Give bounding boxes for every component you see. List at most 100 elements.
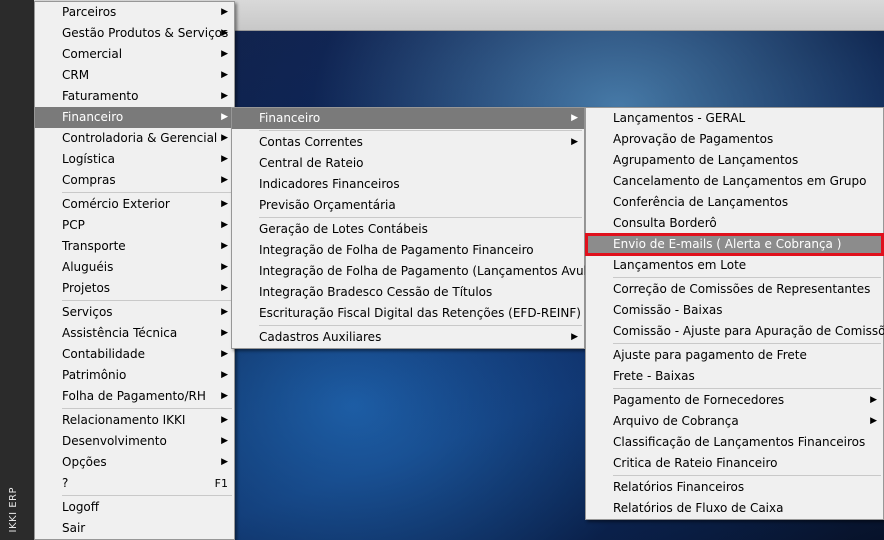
menu-item-consulta-bordero[interactable]: Consulta Borderô	[586, 213, 883, 234]
menu-item-label: Logoff	[62, 500, 100, 514]
submenu-arrow-icon: ▶	[571, 332, 578, 342]
menu-item-crm[interactable]: CRM ▶	[35, 65, 234, 86]
menu-item-label: PCP	[62, 218, 85, 232]
submenu-arrow-icon: ▶	[221, 262, 228, 272]
menu-item-label: Pagamento de Fornecedores	[613, 393, 785, 407]
menu-item-correcao-comissoes[interactable]: Correção de Comissões de Representantes	[586, 279, 883, 300]
menu-item-central-rateio[interactable]: Central de Rateio	[232, 153, 584, 174]
main-menu: Parceiros ▶ Gestão Produtos & Serviços ▶ C…	[34, 1, 235, 540]
menu-item-projetos[interactable]: Projetos ▶	[35, 278, 234, 299]
menu-item-label: Conferência de Lançamentos	[613, 195, 789, 209]
menu-item-label: Comércio Exterior	[62, 197, 170, 211]
menu-item-pagamento-fornecedores[interactable]: Pagamento de Fornecedores ▶	[586, 390, 883, 411]
menu-item-comercial[interactable]: Comercial ▶	[35, 44, 234, 65]
menu-item-label: ?	[62, 476, 69, 490]
menu-item-cadastros-auxiliares[interactable]: Cadastros Auxiliares ▶	[232, 327, 584, 348]
menu-item-label: Assistência Técnica	[62, 326, 178, 340]
menu-item-comercio-exterior[interactable]: Comércio Exterior ▶	[35, 194, 234, 215]
submenu-arrow-icon: ▶	[221, 307, 228, 317]
menu-item-pcp[interactable]: PCP ▶	[35, 215, 234, 236]
menu-item-classificacao-lancamentos[interactable]: Classificação de Lançamentos Financeiros	[586, 432, 883, 453]
menu-item-parceiros[interactable]: Parceiros ▶	[35, 2, 234, 23]
financeiro-menu: Financeiro ▶ Contas Correntes ▶ Central de…	[231, 107, 612, 349]
menu-item-aprovacao-pagamentos[interactable]: Aprovação de Pagamentos	[586, 129, 883, 150]
submenu-arrow-icon: ▶	[221, 91, 228, 101]
menu-item-financeiro[interactable]: Financeiro ▶	[35, 107, 234, 128]
menu-item-label: Integração de Folha de Pagamento (Lançam…	[259, 264, 612, 278]
menu-item-label: Critica de Rateio Financeiro	[613, 456, 778, 470]
menu-item-opcoes[interactable]: Opções ▶	[35, 452, 234, 473]
menu-item-relacionamento-ikki[interactable]: Relacionamento IKKI ▶	[35, 410, 234, 431]
menu-item-faturamento[interactable]: Faturamento ▶	[35, 86, 234, 107]
menu-item-ajuste-frete[interactable]: Ajuste para pagamento de Frete	[586, 345, 883, 366]
menu-separator	[259, 325, 582, 326]
menu-item-integracao-folha-avulsos[interactable]: Integração de Folha de Pagamento (Lançam…	[232, 261, 612, 282]
menu-item-label: Financeiro	[259, 111, 321, 125]
submenu-arrow-icon: ▶	[870, 395, 877, 405]
menu-item-arquivo-cobranca[interactable]: Arquivo de Cobrança ▶	[586, 411, 883, 432]
menu-item-lancamentos-geral[interactable]: Lançamentos - GERAL	[586, 108, 883, 129]
menu-item-desenvolvimento[interactable]: Desenvolvimento ▶	[35, 431, 234, 452]
submenu-arrow-icon: ▶	[221, 49, 228, 59]
menu-item-controladoria[interactable]: Controladoria & Gerencial ▶	[35, 128, 234, 149]
menu-item-label: Agrupamento de Lançamentos	[613, 153, 799, 167]
menu-item-efd-reinf[interactable]: Escrituração Fiscal Digital das Retençõe…	[232, 303, 584, 324]
menu-item-lancamentos-lote[interactable]: Lançamentos em Lote	[586, 255, 883, 276]
menu-item-label: Aluguéis	[62, 260, 114, 274]
menu-item-help[interactable]: ? F1	[35, 473, 234, 494]
menu-item-label: Aprovação de Pagamentos	[613, 132, 774, 146]
financeiro-sub-menu: Lançamentos - GERAL Aprovação de Pagamen…	[585, 107, 884, 520]
menu-item-frete-baixas[interactable]: Frete - Baixas	[586, 366, 883, 387]
menu-item-sair[interactable]: Sair	[35, 518, 234, 539]
submenu-arrow-icon: ▶	[221, 391, 228, 401]
side-strip: IKKI ERP	[0, 0, 34, 540]
menu-item-label: Indicadores Financeiros	[259, 177, 400, 191]
submenu-arrow-icon: ▶	[571, 113, 578, 123]
menu-item-label: Serviços	[62, 305, 113, 319]
menu-item-indicadores-financeiros[interactable]: Indicadores Financeiros	[232, 174, 584, 195]
menu-item-envio-emails[interactable]: Envio de E-mails ( Alerta e Cobrança )	[585, 233, 884, 256]
menu-item-label: Contas Correntes	[259, 135, 363, 149]
menu-item-label: Previsão Orçamentária	[259, 198, 396, 212]
menu-item-label: Gestão Produtos & Serviços	[62, 26, 229, 40]
menu-item-label: Lançamentos - GERAL	[613, 111, 746, 125]
menu-item-relatorios-financeiros[interactable]: Relatórios Financeiros	[586, 477, 883, 498]
menu-item-previsao-orcamentaria[interactable]: Previsão Orçamentária	[232, 195, 584, 216]
menu-item-servicos[interactable]: Serviços ▶	[35, 302, 234, 323]
menu-item-label: Integração Bradesco Cessão de Títulos	[259, 285, 493, 299]
menu-item-patrimonio[interactable]: Patrimônio ▶	[35, 365, 234, 386]
menu-item-label: Correção de Comissões de Representantes	[613, 282, 871, 296]
menu-item-financeiro-sub[interactable]: Financeiro ▶	[232, 108, 584, 129]
menu-item-logistica[interactable]: Logística ▶	[35, 149, 234, 170]
menu-item-cancelamento-lancamentos[interactable]: Cancelamento de Lançamentos em Grupo	[586, 171, 883, 192]
menu-item-compras[interactable]: Compras ▶	[35, 170, 234, 191]
menu-item-label: Cadastros Auxiliares	[259, 330, 382, 344]
menu-item-label: Projetos	[62, 281, 111, 295]
menu-item-comissao-ajuste[interactable]: Comissão - Ajuste para Apuração de Comis…	[586, 321, 884, 342]
submenu-arrow-icon: ▶	[221, 28, 228, 38]
menu-item-assistencia-tecnica[interactable]: Assistência Técnica ▶	[35, 323, 234, 344]
menu-item-alugueis[interactable]: Aluguéis ▶	[35, 257, 234, 278]
menu-item-contabilidade[interactable]: Contabilidade ▶	[35, 344, 234, 365]
menu-item-agrupamento-lancamentos[interactable]: Agrupamento de Lançamentos	[586, 150, 883, 171]
menu-item-folha-pagamento[interactable]: Folha de Pagamento/RH ▶	[35, 386, 234, 407]
menu-item-integracao-folha[interactable]: Integração de Folha de Pagamento Finance…	[232, 240, 584, 261]
menu-item-relatorios-fluxo-caixa[interactable]: Relatórios de Fluxo de Caixa	[586, 498, 883, 519]
menu-item-label: Relatórios Financeiros	[613, 480, 745, 494]
menu-item-critica-rateio[interactable]: Critica de Rateio Financeiro	[586, 453, 883, 474]
menu-separator	[259, 217, 582, 218]
submenu-arrow-icon: ▶	[221, 436, 228, 446]
menu-item-comissao-baixas[interactable]: Comissão - Baixas	[586, 300, 883, 321]
menu-item-logoff[interactable]: Logoff	[35, 497, 234, 518]
side-app-label: IKKI ERP	[8, 486, 19, 533]
menu-item-conferencia-lancamentos[interactable]: Conferência de Lançamentos	[586, 192, 883, 213]
menu-item-label: Faturamento	[62, 89, 139, 103]
menu-item-gestao-produtos[interactable]: Gestão Produtos & Serviços ▶	[35, 23, 234, 44]
submenu-arrow-icon: ▶	[221, 457, 228, 467]
menu-item-contas-correntes[interactable]: Contas Correntes ▶	[232, 132, 584, 153]
submenu-arrow-icon: ▶	[221, 175, 228, 185]
submenu-arrow-icon: ▶	[221, 328, 228, 338]
menu-item-integracao-bradesco[interactable]: Integração Bradesco Cessão de Títulos	[232, 282, 584, 303]
menu-item-geracao-lotes[interactable]: Geração de Lotes Contábeis	[232, 219, 584, 240]
menu-item-transporte[interactable]: Transporte ▶	[35, 236, 234, 257]
